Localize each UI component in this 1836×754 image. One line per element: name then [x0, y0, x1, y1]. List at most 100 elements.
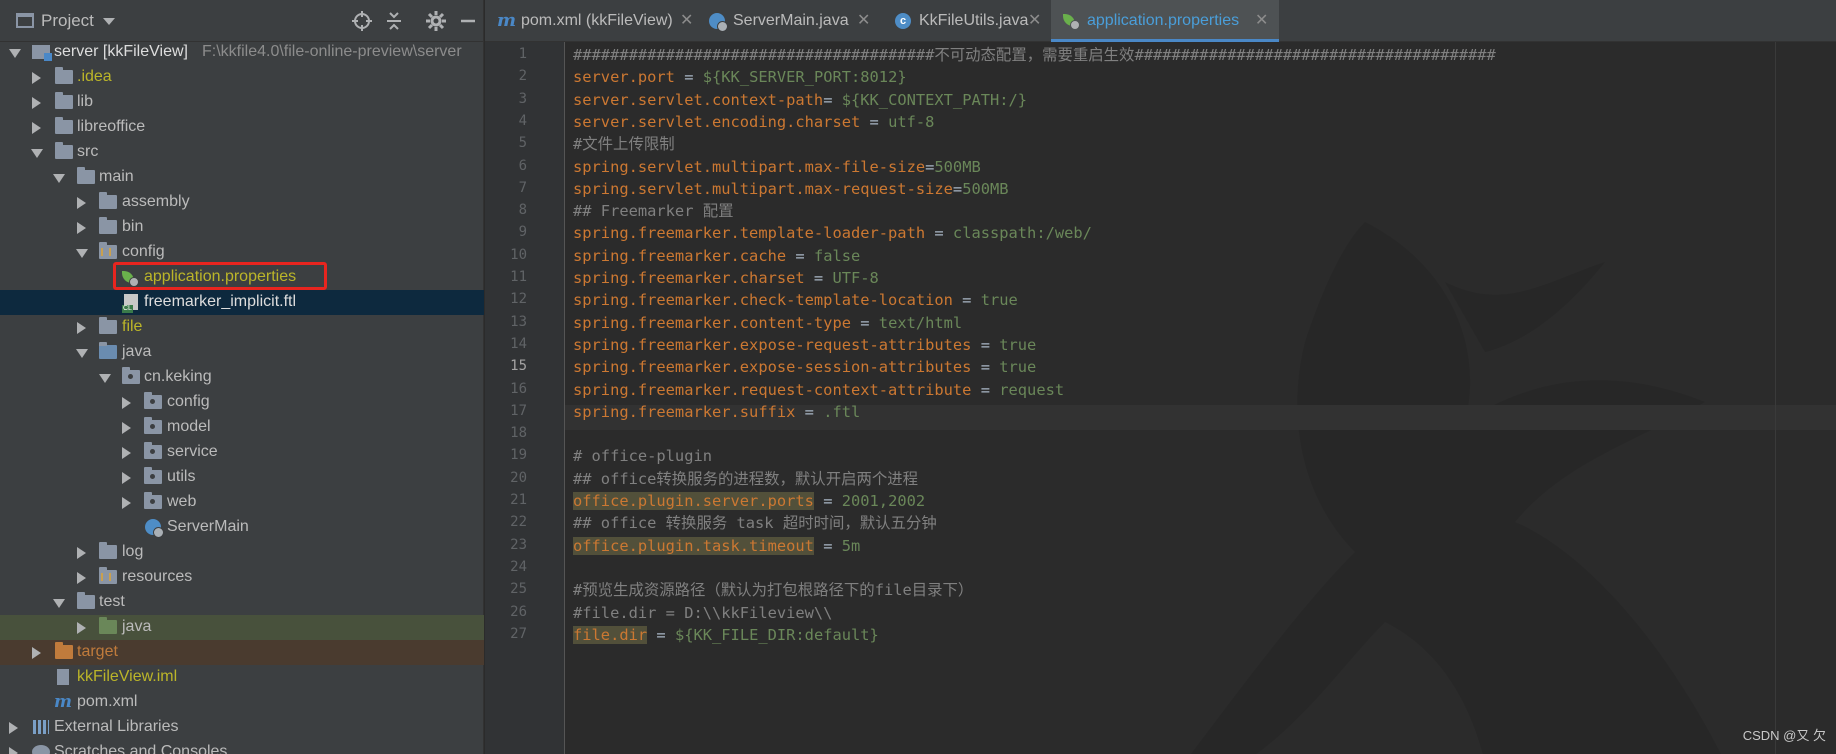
- chevron-right-icon[interactable]: [32, 72, 41, 84]
- code-line: spring.freemarker.check-template-locatio…: [573, 289, 1018, 311]
- tree-item-root[interactable]: server [kkFileView] F:\kkfile4.0\file-on…: [0, 40, 484, 65]
- close-icon[interactable]: ✕: [1255, 10, 1268, 30]
- class-icon: c: [895, 13, 911, 29]
- resources-folder-icon: [99, 567, 117, 584]
- tree-item-java[interactable]: java: [0, 340, 484, 365]
- tab-application-properties[interactable]: application.properties ✕: [1051, 0, 1279, 42]
- tree-item-servermain[interactable]: ServerMain: [0, 515, 484, 540]
- property-key: office.plugin.task.timeout: [573, 536, 814, 555]
- close-icon[interactable]: ✕: [857, 10, 870, 30]
- maven-icon: m: [54, 692, 72, 712]
- chevron-down-icon[interactable]: [76, 349, 88, 358]
- chevron-right-icon[interactable]: [77, 572, 86, 584]
- property-key: server.port: [573, 68, 675, 87]
- library-icon: [32, 720, 50, 734]
- tree-item-label: cn.keking: [144, 368, 212, 385]
- project-view-selector[interactable]: Project: [41, 11, 94, 31]
- tree-item-pkg-web[interactable]: web: [0, 490, 484, 515]
- tab-kkfileutils-java[interactable]: c KkFileUtils.java ✕: [883, 0, 1051, 42]
- code-editor[interactable]: 1 2 3 4 5 6 7 8 9 10 11 12 13 14 15 16 17 18 19 20 21 22 23 24 2…: [485, 42, 1836, 754]
- chevron-right-icon[interactable]: [77, 322, 86, 334]
- tree-item-pkg-model[interactable]: model: [0, 415, 484, 440]
- tree-item-pom[interactable]: m pom.xml: [0, 690, 484, 715]
- property-key: spring.freemarker.suffix: [573, 402, 796, 421]
- code-line: spring.freemarker.content-type = text/ht…: [573, 312, 962, 334]
- code-separator: =: [952, 291, 981, 310]
- tree-item-pkg-utils[interactable]: utils: [0, 465, 484, 490]
- line-number: 27: [510, 625, 527, 642]
- property-key: office.plugin.server.ports: [573, 492, 814, 510]
- tree-item-test-java[interactable]: java: [0, 615, 484, 640]
- chevron-right-icon[interactable]: [77, 197, 86, 209]
- chevron-right-icon[interactable]: [9, 722, 18, 734]
- tree-item-label: web: [167, 493, 197, 510]
- tree-item-libreoffice[interactable]: libreoffice: [0, 115, 484, 140]
- code-line: spring.freemarker.suffix = .ftl: [573, 401, 860, 423]
- property-key: spring.freemarker.content-type: [573, 313, 851, 332]
- tab-pom-xml[interactable]: m pom.xml (kkFileView) ✕: [485, 0, 697, 42]
- package-icon: [144, 442, 162, 459]
- close-icon[interactable]: ✕: [680, 10, 693, 30]
- tab-servermain-java[interactable]: ServerMain.java ✕: [697, 0, 883, 42]
- project-panel-header: Project: [0, 0, 484, 42]
- tree-item-freemarker-ftl[interactable]: freemarker_implicit.ftl: [0, 290, 484, 315]
- code-separator: =: [850, 313, 879, 332]
- source-folder-icon: [99, 342, 117, 359]
- chevron-down-icon[interactable]: [53, 174, 65, 183]
- tree-item-iml[interactable]: kkFileView.iml: [0, 665, 484, 690]
- chevron-right-icon[interactable]: [9, 747, 18, 754]
- chevron-down-icon[interactable]: [103, 18, 115, 25]
- property-value: ${KK_SERVER_PORT:8012}: [702, 68, 907, 87]
- chevron-right-icon[interactable]: [122, 497, 131, 509]
- code-line: #预览生成资源路径（默认为打包根路径下的file目录下）: [573, 579, 973, 601]
- property-key: spring.freemarker.charset: [573, 269, 805, 287]
- chevron-right-icon[interactable]: [32, 122, 41, 134]
- chevron-down-icon[interactable]: [99, 374, 111, 383]
- chevron-right-icon[interactable]: [32, 97, 41, 109]
- chevron-right-icon[interactable]: [77, 547, 86, 559]
- code-line: spring.freemarker.request-context-attrib…: [573, 379, 1064, 401]
- gear-icon[interactable]: [424, 9, 448, 33]
- tree-item-external-libraries[interactable]: External Libraries: [0, 715, 484, 740]
- tab-label: application.properties: [1087, 12, 1240, 29]
- chevron-down-icon[interactable]: [31, 149, 43, 158]
- chevron-right-icon[interactable]: [122, 447, 131, 459]
- property-key: spring.servlet.multipart.max-request-siz…: [573, 179, 953, 198]
- locate-file-icon[interactable]: [350, 9, 374, 33]
- chevron-down-icon[interactable]: [53, 599, 65, 608]
- close-icon[interactable]: ✕: [1028, 10, 1041, 30]
- tree-item-target[interactable]: target: [0, 640, 484, 665]
- tree-item-idea[interactable]: .idea: [0, 65, 484, 90]
- chevron-down-icon[interactable]: [9, 49, 21, 58]
- chevron-right-icon[interactable]: [77, 622, 86, 634]
- line-number: 13: [510, 313, 527, 330]
- tree-item-scratches[interactable]: Scratches and Consoles: [0, 740, 484, 754]
- line-number: 5: [518, 135, 527, 152]
- collapse-all-icon[interactable]: [382, 9, 406, 33]
- code-separator: =: [804, 269, 833, 287]
- tree-item-test[interactable]: test: [0, 590, 484, 615]
- chevron-down-icon[interactable]: [76, 249, 88, 258]
- line-number: 26: [510, 603, 527, 620]
- tree-item-pkg-service[interactable]: service: [0, 440, 484, 465]
- tree-item-log[interactable]: log: [0, 540, 484, 565]
- chevron-right-icon[interactable]: [77, 222, 86, 234]
- tree-item-bin[interactable]: bin: [0, 215, 484, 240]
- chevron-right-icon[interactable]: [122, 397, 131, 409]
- tree-item-assembly[interactable]: assembly: [0, 190, 484, 215]
- line-number: 14: [510, 335, 527, 352]
- tree-item-src[interactable]: src: [0, 140, 484, 165]
- tree-item-cn-keking[interactable]: cn.keking: [0, 365, 484, 390]
- iml-file-icon: [57, 669, 69, 685]
- chevron-right-icon[interactable]: [32, 647, 41, 659]
- folder-icon: [77, 167, 95, 184]
- tree-item-file[interactable]: file: [0, 315, 484, 340]
- minimize-icon[interactable]: [456, 9, 480, 33]
- property-key: server.servlet.encoding.charset: [573, 112, 861, 131]
- tree-item-pkg-config[interactable]: config: [0, 390, 484, 415]
- tree-item-resources[interactable]: resources: [0, 565, 484, 590]
- tree-item-lib[interactable]: lib: [0, 90, 484, 115]
- chevron-right-icon[interactable]: [122, 472, 131, 484]
- tree-item-main[interactable]: main: [0, 165, 484, 190]
- chevron-right-icon[interactable]: [122, 422, 131, 434]
